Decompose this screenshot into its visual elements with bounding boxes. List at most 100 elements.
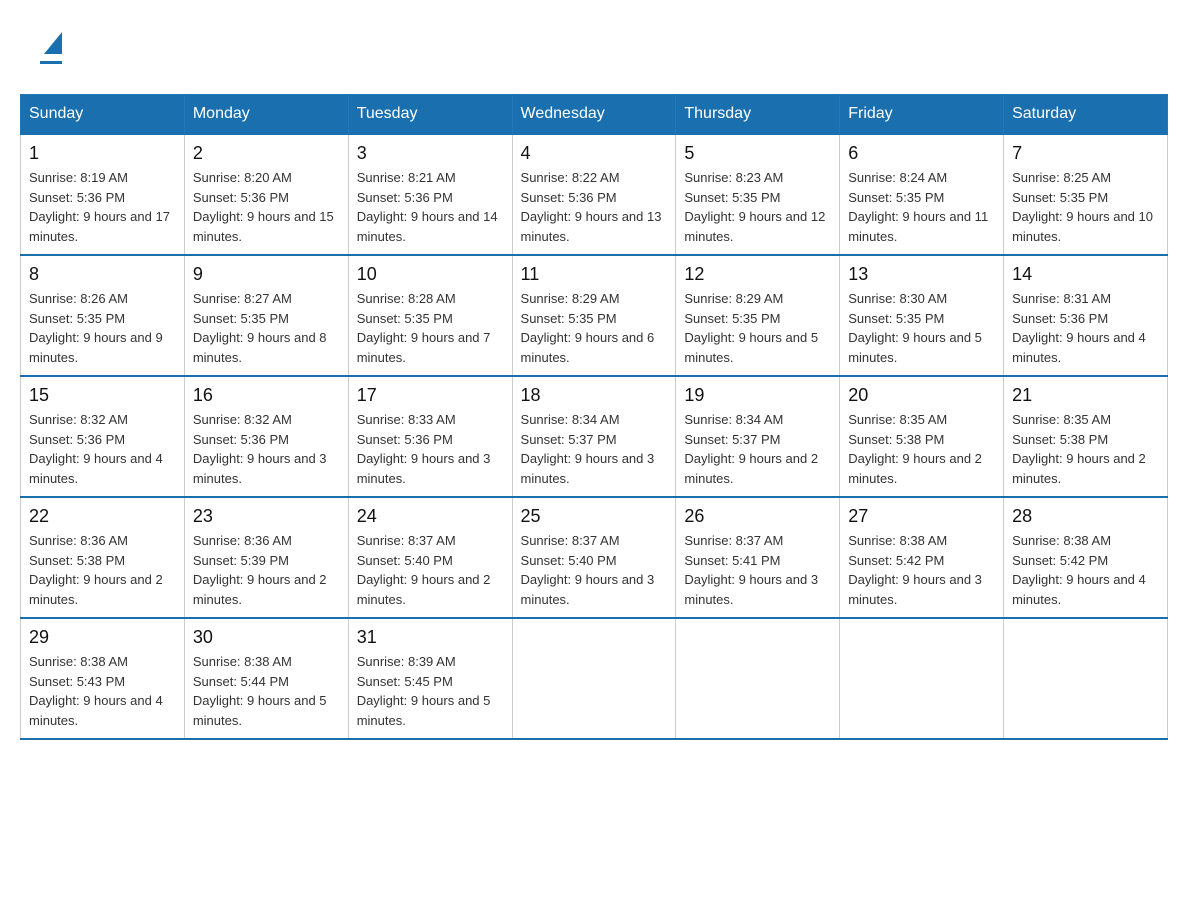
day-info: Sunrise: 8:30 AMSunset: 5:35 PMDaylight:… [848,289,995,367]
table-row: 3 Sunrise: 8:21 AMSunset: 5:36 PMDaylight… [348,134,512,255]
day-info: Sunrise: 8:26 AMSunset: 5:35 PMDaylight:… [29,289,176,367]
table-row: 8 Sunrise: 8:26 AMSunset: 5:35 PMDaylight… [21,255,185,376]
logo [40,30,62,64]
day-number: 16 [193,385,340,406]
day-number: 11 [521,264,668,285]
day-info: Sunrise: 8:38 AMSunset: 5:42 PMDaylight:… [1012,531,1159,609]
day-info: Sunrise: 8:19 AMSunset: 5:36 PMDaylight:… [29,168,176,246]
day-number: 20 [848,385,995,406]
day-info: Sunrise: 8:39 AMSunset: 5:45 PMDaylight:… [357,652,504,730]
page-header [20,20,1168,74]
day-info: Sunrise: 8:27 AMSunset: 5:35 PMDaylight:… [193,289,340,367]
day-number: 10 [357,264,504,285]
day-number: 13 [848,264,995,285]
table-row: 23 Sunrise: 8:36 AMSunset: 5:39 PMDayligh… [184,497,348,618]
weekday-header-tuesday: Tuesday [348,95,512,135]
day-info: Sunrise: 8:22 AMSunset: 5:36 PMDaylight:… [521,168,668,246]
table-row: 14Sunrise: 8:31 AMSunset: 5:36 PMDayligh… [1004,255,1168,376]
day-number: 25 [521,506,668,527]
day-info: Sunrise: 8:37 AMSunset: 5:40 PMDaylight:… [521,531,668,609]
table-row: 11 Sunrise: 8:29 AMSunset: 5:35 PMDayligh… [512,255,676,376]
day-info: Sunrise: 8:37 AMSunset: 5:40 PMDaylight:… [357,531,504,609]
day-number: 4 [521,143,668,164]
weekday-header-saturday: Saturday [1004,95,1168,135]
day-info: Sunrise: 8:32 AMSunset: 5:36 PMDaylight:… [29,410,176,488]
day-number: 5 [684,143,831,164]
table-row: 9 Sunrise: 8:27 AMSunset: 5:35 PMDaylight… [184,255,348,376]
weekday-header-monday: Monday [184,95,348,135]
day-number: 24 [357,506,504,527]
day-number: 1 [29,143,176,164]
table-row: 25 Sunrise: 8:37 AMSunset: 5:40 PMDayligh… [512,497,676,618]
table-row: 4 Sunrise: 8:22 AMSunset: 5:36 PMDaylight… [512,134,676,255]
table-row: 12Sunrise: 8:29 AMSunset: 5:35 PMDayligh… [676,255,840,376]
day-number: 9 [193,264,340,285]
table-row [676,618,840,739]
day-info: Sunrise: 8:21 AMSunset: 5:36 PMDaylight:… [357,168,504,246]
day-number: 21 [1012,385,1159,406]
table-row: 22 Sunrise: 8:36 AMSunset: 5:38 PMDayligh… [21,497,185,618]
day-number: 19 [684,385,831,406]
table-row: 18 Sunrise: 8:34 AMSunset: 5:37 PMDayligh… [512,376,676,497]
weekday-header-sunday: Sunday [21,95,185,135]
calendar-week-5: 29 Sunrise: 8:38 AMSunset: 5:43 PMDayligh… [21,618,1168,739]
calendar-table: SundayMondayTuesdayWednesdayThursdayFrid… [20,94,1168,740]
day-number: 22 [29,506,176,527]
day-number: 7 [1012,143,1159,164]
table-row: 13 Sunrise: 8:30 AMSunset: 5:35 PMDayligh… [840,255,1004,376]
day-info: Sunrise: 8:24 AMSunset: 5:35 PMDaylight:… [848,168,995,246]
table-row: 31 Sunrise: 8:39 AMSunset: 5:45 PMDayligh… [348,618,512,739]
day-info: Sunrise: 8:36 AMSunset: 5:38 PMDaylight:… [29,531,176,609]
table-row: 17Sunrise: 8:33 AMSunset: 5:36 PMDayligh… [348,376,512,497]
day-number: 18 [521,385,668,406]
day-info: Sunrise: 8:20 AMSunset: 5:36 PMDaylight:… [193,168,340,246]
day-number: 26 [684,506,831,527]
day-number: 29 [29,627,176,648]
day-info: Sunrise: 8:35 AMSunset: 5:38 PMDaylight:… [1012,410,1159,488]
day-info: Sunrise: 8:32 AMSunset: 5:36 PMDaylight:… [193,410,340,488]
table-row: 7Sunrise: 8:25 AMSunset: 5:35 PMDaylight… [1004,134,1168,255]
table-row: 15 Sunrise: 8:32 AMSunset: 5:36 PMDayligh… [21,376,185,497]
day-info: Sunrise: 8:29 AMSunset: 5:35 PMDaylight:… [521,289,668,367]
weekday-header-wednesday: Wednesday [512,95,676,135]
table-row: 21 Sunrise: 8:35 AMSunset: 5:38 PMDayligh… [1004,376,1168,497]
logo-underline [40,61,62,64]
day-number: 17 [357,385,504,406]
day-number: 30 [193,627,340,648]
day-number: 28 [1012,506,1159,527]
day-info: Sunrise: 8:34 AMSunset: 5:37 PMDaylight:… [684,410,831,488]
day-number: 2 [193,143,340,164]
day-number: 23 [193,506,340,527]
day-info: Sunrise: 8:29 AMSunset: 5:35 PMDaylight:… [684,289,831,367]
day-number: 6 [848,143,995,164]
day-info: Sunrise: 8:37 AMSunset: 5:41 PMDaylight:… [684,531,831,609]
table-row: 20 Sunrise: 8:35 AMSunset: 5:38 PMDayligh… [840,376,1004,497]
day-number: 31 [357,627,504,648]
day-info: Sunrise: 8:38 AMSunset: 5:43 PMDaylight:… [29,652,176,730]
day-number: 3 [357,143,504,164]
day-info: Sunrise: 8:38 AMSunset: 5:42 PMDaylight:… [848,531,995,609]
day-info: Sunrise: 8:36 AMSunset: 5:39 PMDaylight:… [193,531,340,609]
table-row [1004,618,1168,739]
day-number: 8 [29,264,176,285]
table-row [840,618,1004,739]
table-row: 6 Sunrise: 8:24 AMSunset: 5:35 PMDaylight… [840,134,1004,255]
day-info: Sunrise: 8:34 AMSunset: 5:37 PMDaylight:… [521,410,668,488]
calendar-week-3: 15 Sunrise: 8:32 AMSunset: 5:36 PMDayligh… [21,376,1168,497]
calendar-week-4: 22 Sunrise: 8:36 AMSunset: 5:38 PMDayligh… [21,497,1168,618]
weekday-header-row: SundayMondayTuesdayWednesdayThursdayFrid… [21,95,1168,135]
day-info: Sunrise: 8:23 AMSunset: 5:35 PMDaylight:… [684,168,831,246]
table-row: 1 Sunrise: 8:19 AMSunset: 5:36 PMDaylight… [21,134,185,255]
table-row: 10 Sunrise: 8:28 AMSunset: 5:35 PMDayligh… [348,255,512,376]
table-row: 27Sunrise: 8:38 AMSunset: 5:42 PMDayligh… [840,497,1004,618]
table-row: 2 Sunrise: 8:20 AMSunset: 5:36 PMDaylight… [184,134,348,255]
table-row: 24 Sunrise: 8:37 AMSunset: 5:40 PMDayligh… [348,497,512,618]
table-row: 30 Sunrise: 8:38 AMSunset: 5:44 PMDayligh… [184,618,348,739]
day-info: Sunrise: 8:35 AMSunset: 5:38 PMDaylight:… [848,410,995,488]
day-number: 15 [29,385,176,406]
day-info: Sunrise: 8:28 AMSunset: 5:35 PMDaylight:… [357,289,504,367]
table-row: 5 Sunrise: 8:23 AMSunset: 5:35 PMDaylight… [676,134,840,255]
table-row: 16 Sunrise: 8:32 AMSunset: 5:36 PMDayligh… [184,376,348,497]
table-row: 26 Sunrise: 8:37 AMSunset: 5:41 PMDayligh… [676,497,840,618]
day-info: Sunrise: 8:38 AMSunset: 5:44 PMDaylight:… [193,652,340,730]
